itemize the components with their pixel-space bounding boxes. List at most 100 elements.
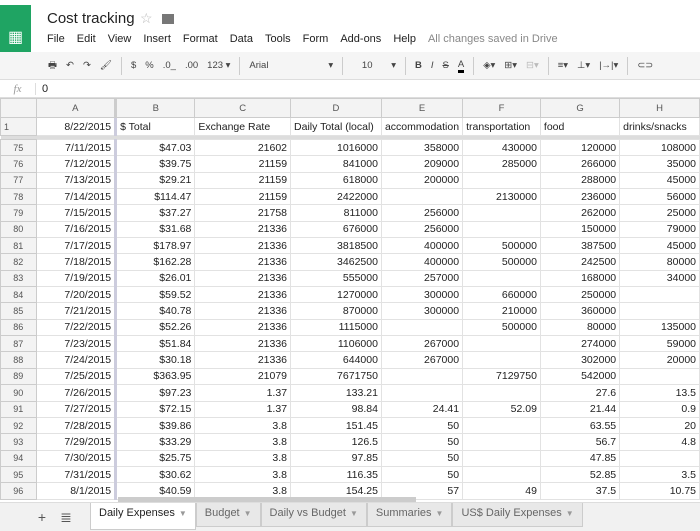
cell[interactable] (462, 416, 541, 435)
header-cell[interactable]: Daily Total (local) (290, 117, 382, 136)
cell[interactable]: 3.5 (619, 465, 700, 484)
cell[interactable]: 274000 (539, 335, 621, 353)
column-header-h[interactable]: H (619, 98, 700, 118)
cell[interactable]: $97.23 (115, 384, 196, 402)
column-header-g[interactable]: G (539, 98, 621, 118)
cell[interactable]: 50 (380, 449, 464, 467)
cell[interactable]: 21336 (194, 318, 292, 337)
cell[interactable]: 7/20/2015 (35, 286, 118, 304)
cell[interactable]: 35000 (619, 155, 700, 173)
all-sheets-button[interactable]: ≣ (54, 509, 78, 526)
row-header[interactable]: 94 (0, 449, 37, 467)
cell[interactable]: 7/26/2015 (35, 384, 118, 402)
row-header[interactable]: 81 (0, 237, 37, 255)
fill-color-icon[interactable]: ◈▾ (483, 60, 495, 71)
redo-icon[interactable]: ↷ (83, 60, 91, 71)
menu-format[interactable]: Format (183, 33, 218, 45)
cell[interactable]: 1270000 (290, 286, 382, 304)
text-color-button[interactable]: A (457, 59, 465, 73)
cell[interactable]: 7/15/2015 (35, 204, 118, 222)
cell[interactable]: $31.68 (115, 220, 196, 239)
cell[interactable]: 302000 (539, 351, 621, 369)
row-header[interactable]: 77 (0, 171, 37, 190)
row-header[interactable]: 80 (0, 220, 37, 239)
increase-decimal-button[interactable]: .00 (185, 60, 198, 71)
cell[interactable]: 7/21/2015 (35, 302, 118, 320)
cell[interactable]: 79000 (619, 220, 700, 239)
font-select[interactable]: Arial (249, 60, 319, 71)
cell[interactable]: 2422000 (290, 188, 382, 206)
cell[interactable]: 7129750 (462, 367, 541, 386)
cell[interactable]: 34000 (619, 269, 700, 288)
cell[interactable]: 1115000 (290, 318, 382, 337)
cell[interactable]: $47.03 (115, 138, 196, 157)
row-header[interactable]: 75 (0, 138, 37, 157)
star-icon[interactable]: ☆ (140, 10, 153, 27)
header-cell[interactable]: Exchange Rate (194, 117, 292, 136)
cell[interactable]: 135000 (619, 318, 700, 337)
bold-button[interactable]: B (415, 60, 422, 71)
chevron-down-icon[interactable]: ▾ (328, 60, 333, 71)
formula-input[interactable]: 0 (36, 83, 48, 95)
cell[interactable] (380, 367, 464, 386)
cell[interactable]: $30.62 (115, 465, 196, 484)
header-cell[interactable]: $ Total (115, 117, 196, 136)
column-header-f[interactable]: F (462, 98, 541, 118)
cell[interactable]: 45000 (619, 237, 700, 255)
cell[interactable]: $72.15 (115, 400, 196, 418)
cell[interactable]: 52.09 (462, 400, 541, 418)
sheet-tab[interactable]: Budget ▼ (195, 503, 261, 527)
cell[interactable] (380, 384, 464, 402)
cell[interactable]: 7/28/2015 (35, 416, 118, 435)
cell[interactable]: 267000 (380, 351, 464, 369)
row-header[interactable]: 82 (0, 253, 37, 271)
row-header[interactable]: 85 (0, 302, 37, 320)
cell[interactable]: 210000 (462, 302, 541, 320)
cell[interactable]: 870000 (290, 302, 382, 320)
cell[interactable]: 7/18/2015 (35, 253, 118, 271)
cell[interactable]: 21336 (194, 335, 292, 353)
cell[interactable]: 242500 (539, 253, 621, 271)
menu-help[interactable]: Help (393, 33, 416, 45)
cell[interactable]: 285000 (462, 155, 541, 173)
row-header[interactable]: 91 (0, 400, 37, 418)
cell[interactable]: 676000 (290, 220, 382, 239)
cell[interactable]: 7/29/2015 (35, 433, 118, 451)
cell[interactable]: 168000 (539, 269, 621, 288)
cell[interactable]: 50 (380, 416, 464, 435)
cell[interactable]: 3818500 (290, 237, 382, 255)
chevron-down-icon[interactable]: ▼ (566, 509, 574, 518)
column-header-b[interactable]: B (115, 98, 196, 118)
menu-data[interactable]: Data (230, 33, 253, 45)
cell[interactable]: $178.97 (115, 237, 196, 255)
cell[interactable]: $59.52 (115, 286, 196, 304)
chevron-down-icon[interactable]: ▼ (179, 509, 187, 518)
cell[interactable]: 21336 (194, 351, 292, 369)
row-header[interactable]: 92 (0, 416, 37, 435)
corner-cell[interactable] (0, 98, 37, 118)
cell[interactable]: 59000 (619, 335, 700, 353)
cell[interactable]: 7/31/2015 (35, 465, 118, 484)
cell[interactable]: 3.8 (194, 433, 292, 451)
cell[interactable] (462, 433, 541, 451)
cell[interactable]: $29.21 (115, 171, 196, 190)
header-cell[interactable]: accommodation (380, 117, 464, 136)
cell[interactable]: $363.95 (115, 367, 196, 386)
cell[interactable]: 841000 (290, 155, 382, 173)
cell[interactable]: 50 (380, 433, 464, 451)
cell[interactable]: 21602 (194, 138, 292, 157)
cell[interactable]: 151.45 (290, 416, 382, 435)
cell[interactable]: 52.85 (539, 465, 621, 484)
cell[interactable]: 21159 (194, 188, 292, 206)
cell[interactable]: 7/27/2015 (35, 400, 118, 418)
row-header[interactable]: 93 (0, 433, 37, 451)
cell[interactable] (619, 302, 700, 320)
cell[interactable]: 500000 (462, 253, 541, 271)
cell[interactable]: 236000 (539, 188, 621, 206)
row-header[interactable]: 86 (0, 318, 37, 337)
sheet-tab[interactable]: Summaries ▼ (366, 503, 453, 527)
more-formats-button[interactable]: 123 ▾ (207, 60, 230, 71)
cell[interactable]: 7/11/2015 (35, 138, 118, 157)
menu-add-ons[interactable]: Add-ons (340, 33, 381, 45)
cell[interactable] (619, 286, 700, 304)
